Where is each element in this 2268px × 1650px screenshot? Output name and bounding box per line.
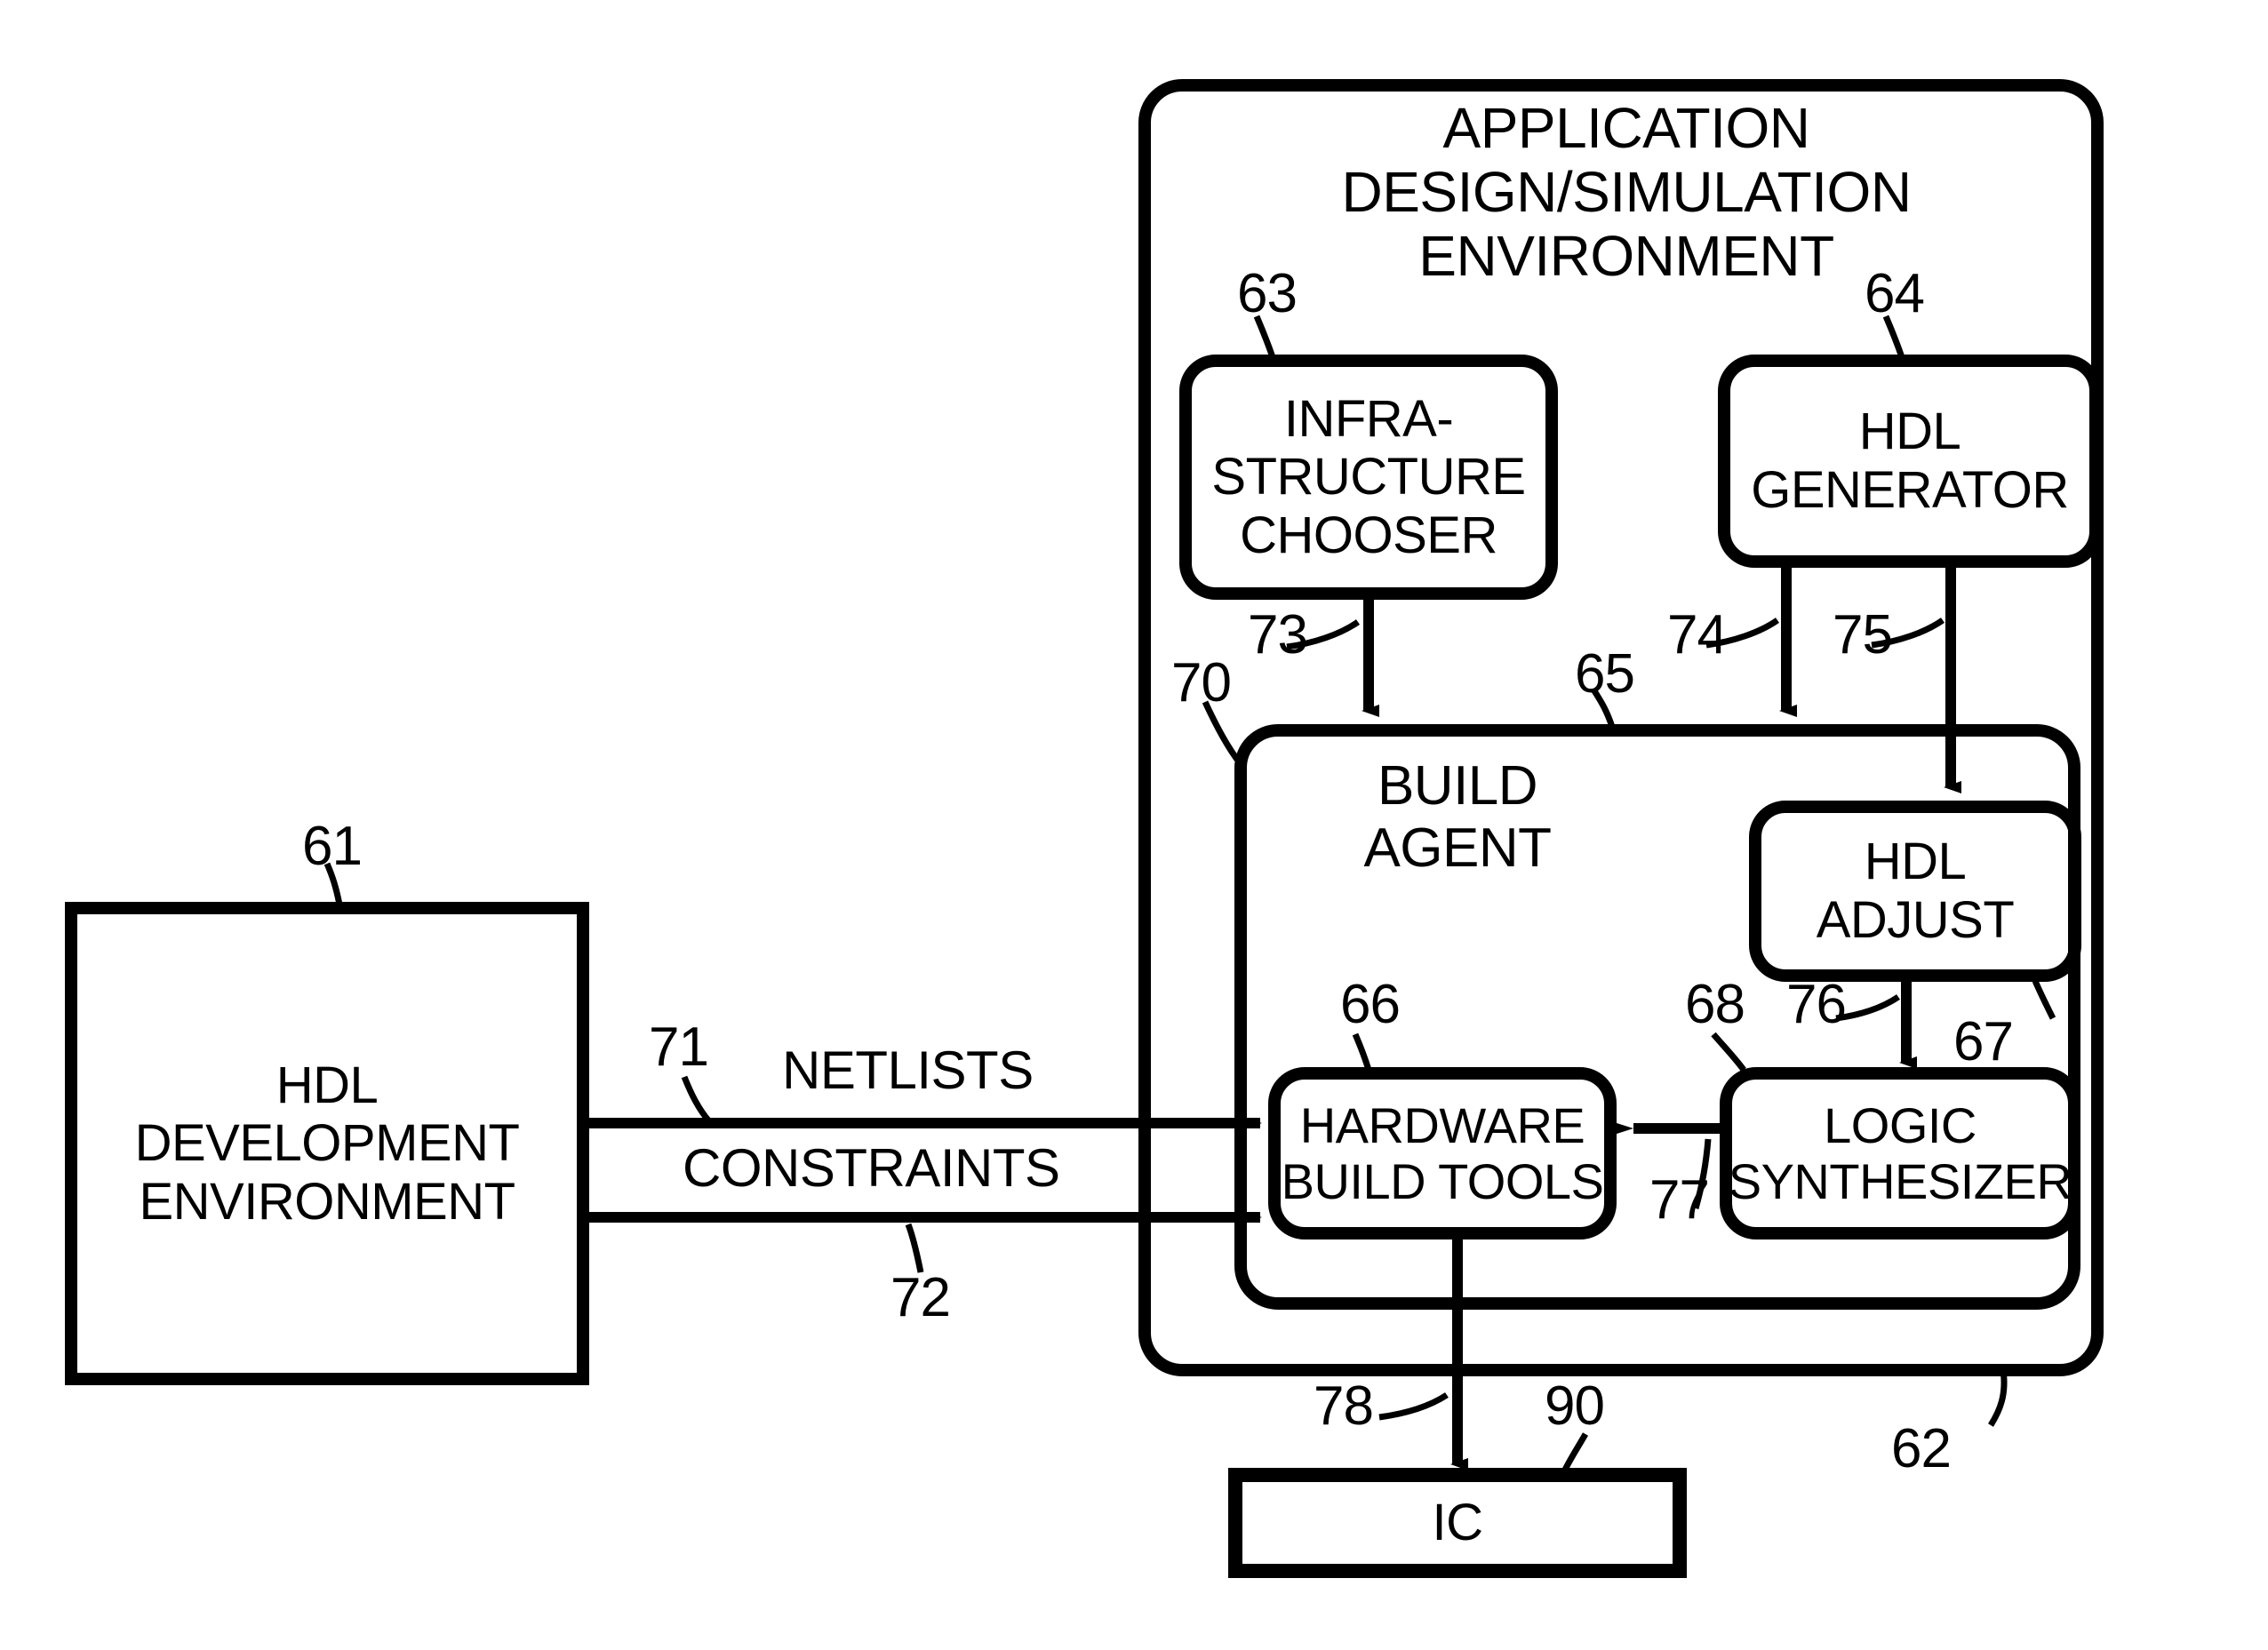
ref-66: 66 — [1340, 974, 1401, 1035]
ref-68: 68 — [1685, 974, 1745, 1035]
connection-72 — [583, 1211, 1262, 1273]
build-agent-container — [1202, 688, 2080, 1310]
ref-67: 67 — [1953, 1011, 2014, 1072]
ref-77: 77 — [1649, 1169, 1710, 1231]
ref-71: 71 — [649, 1016, 709, 1078]
netlists-label: NETLISTS — [782, 1040, 1034, 1100]
ref-73: 73 — [1248, 604, 1308, 666]
ref-76: 76 — [1786, 974, 1847, 1035]
ref-75: 75 — [1833, 604, 1893, 666]
ref-70: 70 — [1171, 652, 1232, 713]
connection-78 — [1378, 1233, 1468, 1471]
ref-62: 62 — [1891, 1418, 1952, 1479]
infrastructure-chooser-shape — [1179, 315, 1558, 600]
ref-64: 64 — [1865, 263, 1925, 324]
logic-synthesizer-shape — [1711, 1032, 2080, 1239]
ref-61: 61 — [302, 816, 363, 877]
connection-75 — [1871, 562, 1961, 793]
ref-78: 78 — [1314, 1375, 1374, 1437]
hdl-generator-shape — [1718, 315, 2102, 568]
constraints-label: CONSTRAINTS — [683, 1138, 1060, 1198]
ref-90: 90 — [1545, 1375, 1605, 1437]
ref-74: 74 — [1667, 604, 1728, 666]
hdl-development-environment-shape — [65, 862, 589, 1385]
ref-72: 72 — [890, 1267, 951, 1328]
ref-63: 63 — [1237, 263, 1298, 324]
connection-76 — [1835, 976, 1917, 1069]
patent-figure: APPLICATION DESIGN/SIMULATION ENVIRONMEN… — [0, 0, 2268, 1650]
ref-65: 65 — [1575, 643, 1635, 705]
hardware-build-tools-shape — [1268, 1032, 1617, 1239]
